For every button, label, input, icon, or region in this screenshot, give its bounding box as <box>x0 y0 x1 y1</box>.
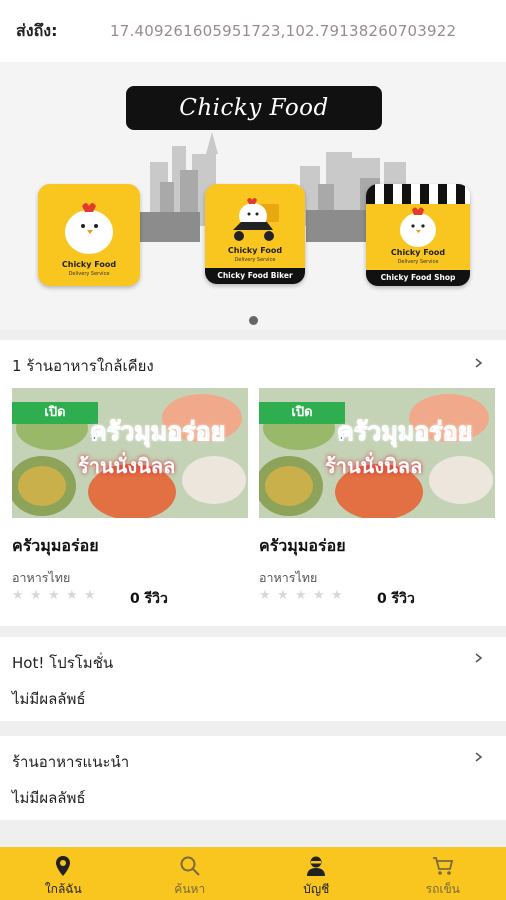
section-title: Hot! โปรโมชั่น <box>12 654 114 672</box>
delivery-coordinates[interactable]: 17.409261605951723,102.79138260703922 <box>110 22 456 40</box>
image-shop-subtitle: ร้านนั่งนิลล <box>78 454 176 478</box>
restaurant-card[interactable]: เปิด ครัวมุมอร่อย ร้านนั่งนิลล ครัวมุมอร… <box>259 388 495 607</box>
carousel-dot-active[interactable] <box>248 316 258 325</box>
nav-search[interactable]: ค้นหา <box>127 847 254 900</box>
image-shop-title: ครัวมุมอร่อย <box>89 417 226 447</box>
restaurant-name[interactable]: ครัวมุมอร่อย <box>12 534 99 559</box>
chicky-food-logo: Chicky Food <box>126 86 382 130</box>
review-count: 0 รีวิว <box>377 591 415 607</box>
user-icon <box>307 856 326 876</box>
nav-label: ค้นหา <box>174 882 206 896</box>
recommended-restaurants-section: ร้านอาหารแนะนำ ไม่มีผลลัพธ์ <box>0 736 506 820</box>
location-pin-icon <box>56 856 71 876</box>
star-icon: ★ <box>313 588 325 603</box>
chicky-food-shop-card[interactable]: Chicky Food Delivery Service Chicky Food… <box>366 184 470 286</box>
nav-label: บัญชี <box>303 882 330 896</box>
nav-cart[interactable]: รถเข็น <box>380 847 506 900</box>
hot-promotion-section: Hot! โปรโมชั่น ไม่มีผลลัพธ์ <box>0 637 506 721</box>
nav-nearby[interactable]: ใกล้ฉัน <box>0 847 127 900</box>
nearby-restaurants-section: 1 ร้านอาหารใกล้เคียง เปิด ครัวมุมอร่อย ร… <box>0 340 506 626</box>
app-screen: ส่งถึง: 17.409261605951723,102.791382607… <box>0 0 506 900</box>
section-title: ร้านอาหารแนะนำ <box>12 753 130 771</box>
chick-shopkeeper-icon <box>400 207 436 247</box>
bottom-navigation: ใกล้ฉัน ค้นหา บัญชี รถเข็น <box>0 847 506 900</box>
restaurant-image[interactable]: เปิด ครัวมุมอร่อย ร้านนั่งนิลล <box>12 388 248 518</box>
chicky-food-biker-card[interactable]: Chicky Food Delivery Service Chicky Food… <box>205 184 305 284</box>
chevron-right-icon[interactable] <box>474 752 484 762</box>
open-status-badge: เปิด <box>259 402 345 424</box>
star-icon: ★ <box>277 588 289 603</box>
card-subtitle: Delivery Service <box>397 259 439 265</box>
empty-result-text: ไม่มีผลลัพธ์ <box>12 690 86 708</box>
star-icon: ★ <box>48 588 60 603</box>
chicky-food-app-card[interactable]: Chicky Food Delivery Service <box>38 184 140 286</box>
image-shop-subtitle: ร้านนั่งนิลล <box>325 454 423 478</box>
rating-stars: ★ ★ ★ ★ ★ <box>259 588 343 603</box>
promo-banner-carousel[interactable]: Chicky Food Chicky Food Delivery Service <box>0 62 506 330</box>
section-title: 1 ร้านอาหารใกล้เคียง <box>12 357 154 375</box>
review-count: 0 รีวิว <box>130 591 168 607</box>
cart-icon <box>432 857 453 875</box>
restaurant-name[interactable]: ครัวมุมอร่อย <box>259 534 346 559</box>
rating-stars: ★ ★ ★ ★ ★ <box>12 588 96 603</box>
star-icon: ★ <box>84 588 96 603</box>
open-status-badge: เปิด <box>12 402 98 424</box>
chick-on-scooter-icon <box>233 198 279 241</box>
card-title: Chicky Food <box>227 246 283 255</box>
carousel-indicator[interactable] <box>0 316 506 325</box>
nav-account[interactable]: บัญชี <box>253 847 380 900</box>
card-subtitle: Delivery Service <box>68 271 110 277</box>
star-icon: ★ <box>295 588 307 603</box>
card-subtitle: Delivery Service <box>234 257 276 263</box>
nav-label: ใกล้ฉัน <box>44 882 82 896</box>
star-icon: ★ <box>66 588 78 603</box>
star-icon: ★ <box>331 588 343 603</box>
card-title: Chicky Food <box>61 260 117 269</box>
restaurant-category: อาหารไทย <box>259 570 318 585</box>
card-title: Chicky Food <box>390 248 446 257</box>
star-icon: ★ <box>259 588 271 603</box>
search-icon <box>180 856 200 876</box>
deliver-to-label: ส่งถึง: <box>16 20 58 40</box>
restaurant-image[interactable]: เปิด ครัวมุมอร่อย ร้านนั่งนิลล <box>259 388 495 518</box>
chick-mascot-icon <box>65 203 113 254</box>
empty-result-text: ไม่มีผลลัพธ์ <box>12 789 86 807</box>
chevron-right-icon[interactable] <box>474 653 484 663</box>
image-shop-title: ครัวมุมอร่อย <box>336 417 473 447</box>
shop-awning <box>366 184 470 204</box>
star-icon: ★ <box>30 588 42 603</box>
card-strip-label: Chicky Food Shop <box>366 270 470 286</box>
nav-label: รถเข็น <box>425 882 460 896</box>
chevron-right-icon[interactable] <box>474 358 484 368</box>
delivery-address-bar[interactable]: ส่งถึง: 17.409261605951723,102.791382607… <box>0 0 506 62</box>
card-strip-label: Chicky Food Biker <box>205 268 305 284</box>
restaurant-category: อาหารไทย <box>12 570 71 585</box>
restaurant-card[interactable]: เปิด ครัวมุมอร่อย ร้านนั่งนิลล ครัวมุมอร… <box>12 388 248 607</box>
star-icon: ★ <box>12 588 24 603</box>
